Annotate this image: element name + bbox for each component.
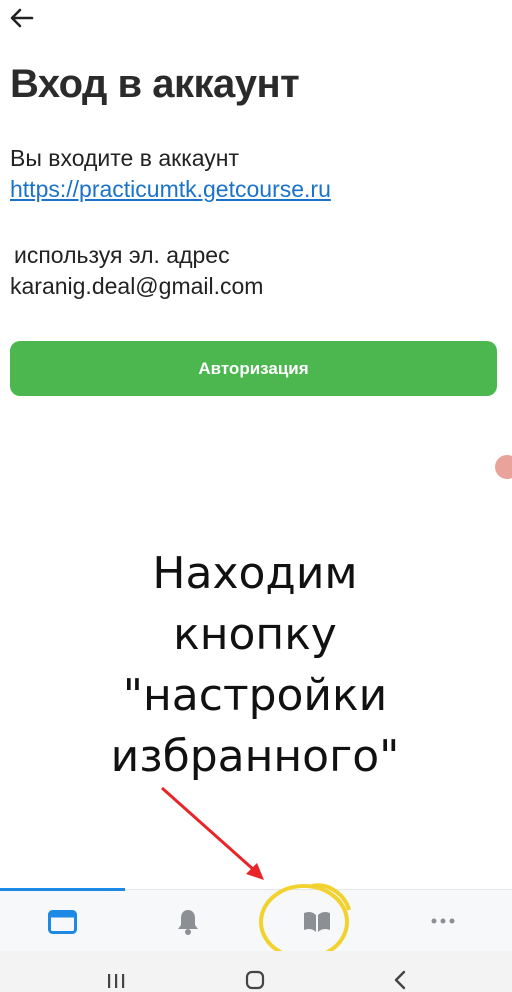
system-nav-bar	[0, 951, 512, 992]
home-button[interactable]	[235, 951, 275, 992]
recent-apps-icon	[108, 974, 125, 988]
tab-notifications[interactable]	[125, 890, 253, 952]
annotation-line: кнопку	[173, 609, 337, 660]
bell-icon	[178, 910, 198, 935]
system-back-button[interactable]	[380, 951, 420, 992]
home-icon	[245, 970, 265, 990]
authorize-button[interactable]: Авторизация	[10, 341, 497, 396]
info-text: Вы входите в аккаунт https://practicumtk…	[10, 143, 331, 205]
more-dots-icon	[431, 918, 455, 924]
annotation-line: избранного"	[110, 731, 400, 782]
tab-browser[interactable]	[0, 890, 128, 952]
tab-favorites[interactable]	[250, 883, 378, 960]
annotation-text: Находим кнопку "настройки избранного"	[80, 543, 430, 787]
info-line: Вы входите в аккаунт	[10, 145, 240, 171]
email: karanig.deal@gmail.com	[10, 273, 264, 299]
info-line: используя эл. адрес	[14, 242, 230, 268]
scroll-indicator	[495, 455, 512, 479]
browser-window-icon	[48, 910, 77, 934]
tab-more[interactable]	[375, 890, 503, 952]
highlight-circle	[259, 883, 351, 960]
bottom-tab-bar	[0, 883, 512, 960]
email-text: karanig.deal@gmail.com	[10, 271, 263, 302]
info-text-2: используя эл. адрес	[14, 240, 230, 271]
account-link[interactable]: https://practicumtk.getcourse.ru	[10, 176, 331, 202]
page-title: Вход в аккаунт	[10, 62, 300, 106]
annotation-line: Находим	[152, 548, 358, 599]
annotation-line: "настройки	[122, 670, 388, 721]
recent-apps-button[interactable]	[95, 951, 135, 992]
back-button[interactable]	[8, 6, 36, 30]
arrow-left-icon	[10, 8, 34, 28]
back-icon	[394, 970, 406, 990]
